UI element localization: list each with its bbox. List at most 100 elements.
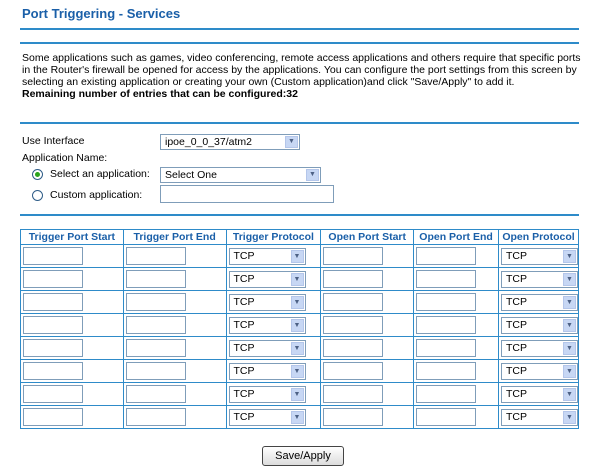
open-port-start-cell bbox=[321, 406, 415, 428]
open-protocol-select[interactable]: TCP ▼ bbox=[501, 293, 578, 311]
table-row: TCP ▼ TCP ▼ bbox=[21, 360, 578, 383]
select-application-dropdown[interactable]: Select One ▼ bbox=[160, 167, 321, 183]
header-open-port-end: Open Port End bbox=[414, 230, 499, 245]
trigger-port-end-input[interactable] bbox=[125, 408, 186, 426]
chevron-down-icon: ▼ bbox=[290, 249, 304, 263]
trigger-port-end-input[interactable] bbox=[125, 362, 186, 380]
trigger-port-start-input[interactable] bbox=[23, 316, 83, 334]
remaining-entries: Remaining number of entries that can be … bbox=[22, 88, 298, 100]
trigger-protocol-select[interactable]: TCP ▼ bbox=[228, 270, 306, 288]
trigger-port-end-input[interactable] bbox=[125, 293, 186, 311]
trigger-port-end-cell bbox=[123, 360, 227, 383]
trigger-protocol-select[interactable]: TCP ▼ bbox=[228, 408, 306, 426]
trigger-port-start-cell bbox=[21, 314, 124, 337]
trigger-port-start-input[interactable] bbox=[23, 293, 83, 311]
trigger-port-start-input[interactable] bbox=[23, 408, 83, 426]
chevron-down-icon: ▼ bbox=[563, 272, 576, 286]
open-protocol-select[interactable]: TCP ▼ bbox=[501, 247, 578, 265]
trigger-protocol-select[interactable]: TCP ▼ bbox=[228, 247, 306, 265]
open-protocol-value: TCP bbox=[506, 295, 527, 308]
trigger-protocol-cell: TCP ▼ bbox=[226, 383, 322, 406]
open-port-end-input[interactable] bbox=[416, 362, 477, 380]
trigger-port-start-cell bbox=[21, 337, 124, 360]
open-port-start-input[interactable] bbox=[323, 362, 384, 380]
trigger-port-end-input[interactable] bbox=[125, 385, 186, 403]
custom-application-radio[interactable] bbox=[32, 190, 43, 201]
open-protocol-cell: TCP ▼ bbox=[499, 383, 578, 406]
open-port-end-cell bbox=[414, 337, 499, 360]
trigger-port-end-cell bbox=[123, 268, 227, 291]
open-protocol-value: TCP bbox=[506, 410, 527, 423]
open-protocol-value: TCP bbox=[506, 272, 527, 285]
open-protocol-value: TCP bbox=[506, 341, 527, 354]
interface-label: Use Interface bbox=[22, 135, 85, 147]
chevron-down-icon: ▼ bbox=[563, 249, 576, 263]
select-application-radio[interactable] bbox=[32, 169, 43, 180]
open-port-start-input[interactable] bbox=[323, 270, 384, 288]
open-protocol-cell: TCP ▼ bbox=[499, 337, 578, 360]
chevron-down-icon: ▼ bbox=[563, 387, 576, 401]
open-protocol-select[interactable]: TCP ▼ bbox=[501, 270, 578, 288]
open-protocol-select[interactable]: TCP ▼ bbox=[501, 316, 578, 334]
trigger-protocol-cell: TCP ▼ bbox=[227, 406, 322, 428]
trigger-protocol-select[interactable]: TCP ▼ bbox=[228, 339, 306, 357]
trigger-protocol-select[interactable]: TCP ▼ bbox=[228, 385, 306, 403]
trigger-protocol-value: TCP bbox=[233, 318, 255, 331]
trigger-protocol-select[interactable]: TCP ▼ bbox=[228, 316, 306, 334]
open-port-end-input[interactable] bbox=[416, 247, 477, 265]
trigger-port-start-input[interactable] bbox=[23, 362, 83, 380]
interface-select[interactable]: ipoe_0_0_37/atm2 ▼ bbox=[160, 134, 300, 150]
chevron-down-icon: ▼ bbox=[306, 169, 319, 181]
table-row: TCP ▼ TCP ▼ bbox=[21, 291, 578, 314]
trigger-port-end-input[interactable] bbox=[125, 270, 186, 288]
open-protocol-cell: TCP ▼ bbox=[499, 406, 578, 428]
trigger-port-start-input[interactable] bbox=[23, 270, 83, 288]
open-port-end-input[interactable] bbox=[416, 385, 477, 403]
table-header-row: Trigger Port Start Trigger Port End Trig… bbox=[21, 230, 578, 245]
open-port-start-input[interactable] bbox=[323, 293, 384, 311]
open-port-end-cell bbox=[414, 291, 499, 314]
trigger-protocol-select[interactable]: TCP ▼ bbox=[228, 362, 306, 380]
trigger-port-start-cell bbox=[21, 291, 124, 314]
open-port-end-input[interactable] bbox=[416, 339, 477, 357]
open-protocol-select[interactable]: TCP ▼ bbox=[501, 339, 578, 357]
description-top-divider bbox=[20, 42, 579, 44]
description-bottom-divider bbox=[20, 122, 579, 124]
save-apply-button[interactable]: Save/Apply bbox=[262, 446, 344, 466]
trigger-port-start-input[interactable] bbox=[23, 385, 83, 403]
open-port-start-input[interactable] bbox=[323, 316, 384, 334]
open-port-start-cell bbox=[321, 337, 415, 360]
open-protocol-value: TCP bbox=[506, 318, 527, 331]
open-port-end-input[interactable] bbox=[416, 270, 477, 288]
trigger-protocol-select[interactable]: TCP ▼ bbox=[228, 293, 306, 311]
trigger-protocol-value: TCP bbox=[233, 341, 255, 354]
open-port-start-input[interactable] bbox=[323, 247, 384, 265]
open-protocol-select[interactable]: TCP ▼ bbox=[501, 408, 578, 426]
application-name-label: Application Name: bbox=[22, 152, 108, 164]
open-port-end-input[interactable] bbox=[416, 408, 477, 426]
trigger-protocol-value: TCP bbox=[233, 410, 255, 423]
page-title: Port Triggering - Services bbox=[22, 6, 181, 21]
open-protocol-value: TCP bbox=[506, 364, 527, 377]
trigger-port-end-input[interactable] bbox=[125, 316, 186, 334]
open-protocol-value: TCP bbox=[506, 249, 527, 262]
trigger-port-start-input[interactable] bbox=[23, 339, 83, 357]
open-port-end-input[interactable] bbox=[416, 293, 477, 311]
open-protocol-select[interactable]: TCP ▼ bbox=[501, 385, 578, 403]
trigger-protocol-value: TCP bbox=[233, 272, 255, 285]
open-port-end-input[interactable] bbox=[416, 316, 477, 334]
open-protocol-value: TCP bbox=[506, 387, 527, 400]
trigger-port-end-input[interactable] bbox=[125, 339, 186, 357]
open-protocol-select[interactable]: TCP ▼ bbox=[501, 362, 578, 380]
description-block: Some applications such as games, video c… bbox=[22, 52, 582, 100]
trigger-port-start-input[interactable] bbox=[23, 247, 83, 265]
open-port-start-input[interactable] bbox=[323, 408, 384, 426]
trigger-port-end-cell bbox=[123, 337, 227, 360]
custom-application-input[interactable] bbox=[160, 185, 334, 203]
open-port-start-input[interactable] bbox=[323, 385, 384, 403]
open-port-end-cell bbox=[414, 245, 499, 268]
trigger-port-end-cell bbox=[123, 383, 227, 406]
trigger-protocol-cell: TCP ▼ bbox=[226, 291, 322, 314]
open-port-start-input[interactable] bbox=[323, 339, 384, 357]
trigger-port-end-input[interactable] bbox=[125, 247, 186, 265]
